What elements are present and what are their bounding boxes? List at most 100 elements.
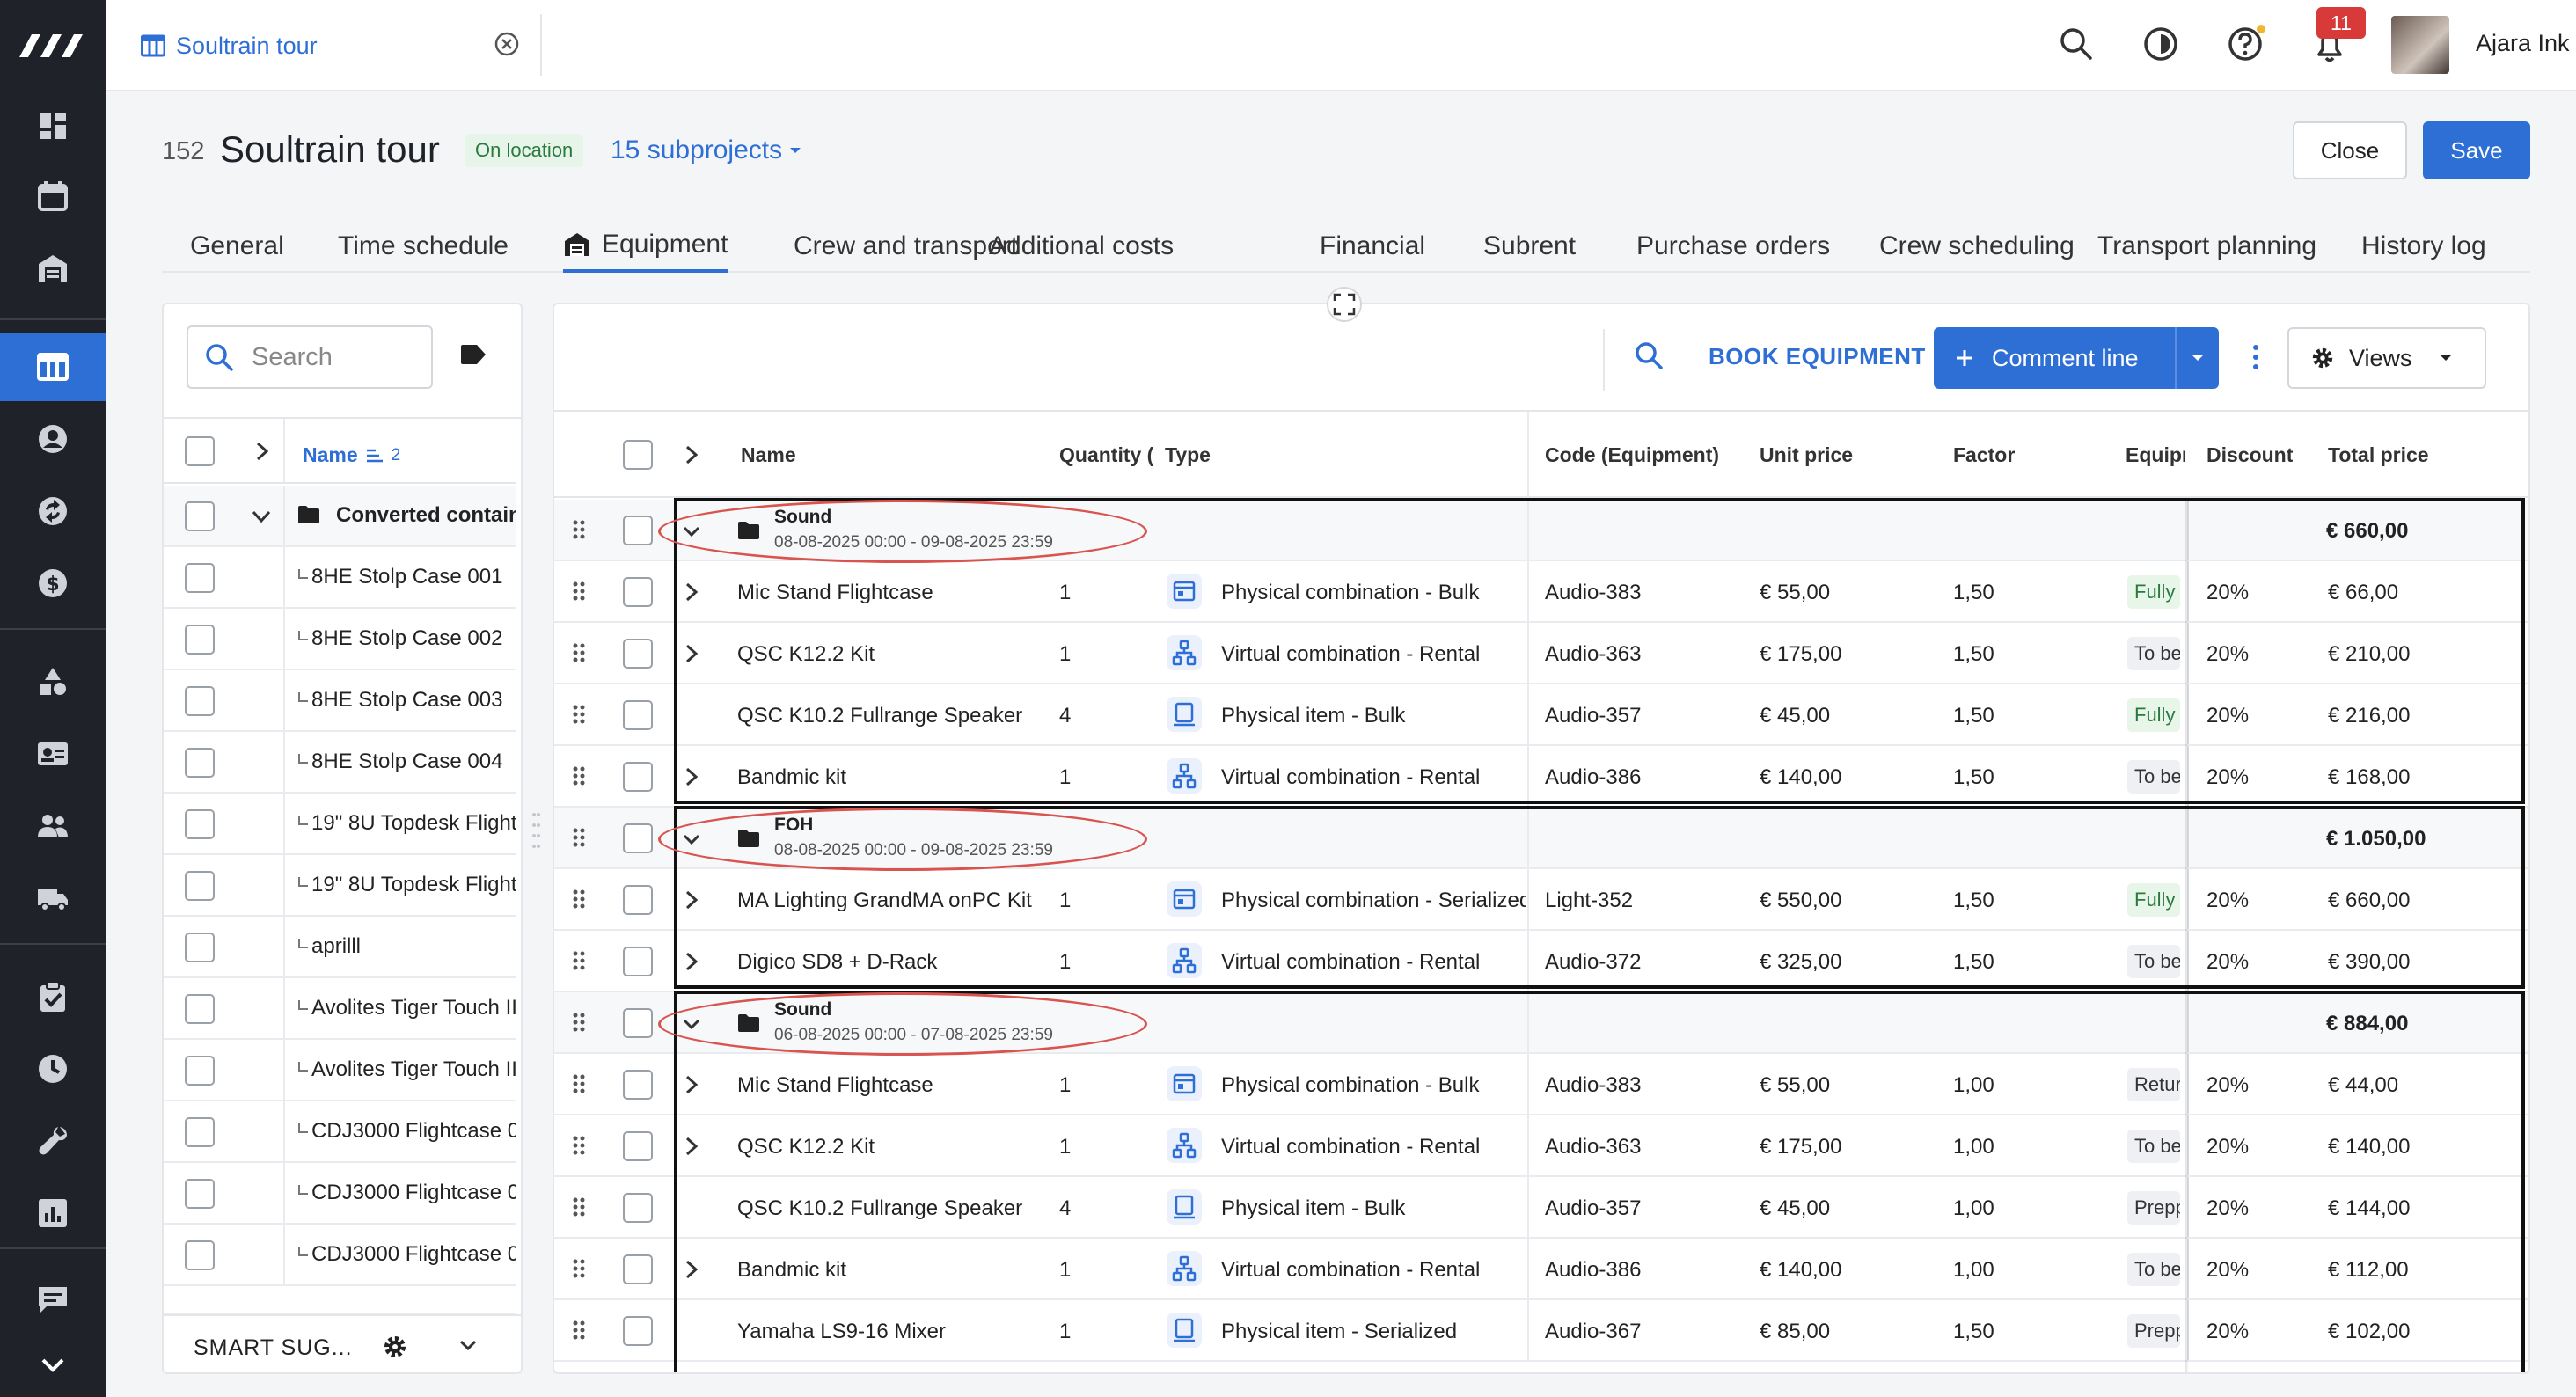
row-checkbox[interactable] [185,1179,215,1209]
tab-purchase-orders[interactable]: Purchase orders [1636,220,1830,273]
column-header-total-price[interactable]: Total price [2328,443,2429,467]
help-icon[interactable] [2226,25,2268,63]
status-badge[interactable]: To be [2127,945,2180,978]
row-checkbox[interactable] [185,563,215,593]
chevron-right-icon[interactable] [681,1259,702,1280]
row-checkbox[interactable] [623,1316,653,1346]
column-header-unit-price[interactable]: Unit price [1760,443,1853,467]
chevron-right-icon[interactable] [681,1074,702,1095]
row-checkbox[interactable] [623,823,653,853]
status-badge[interactable]: On location [465,134,584,167]
nav-transport[interactable] [0,864,106,933]
status-badge[interactable]: Fully [2127,698,2180,732]
status-badge[interactable]: Fully [2127,575,2180,609]
chevron-down-icon[interactable] [681,1013,702,1035]
list-item[interactable]: 19" 8U Topdesk Flightcase [164,794,521,855]
tab-subrent[interactable]: Subrent [1483,220,1576,273]
row-checkbox[interactable] [623,1193,653,1223]
tab-financial[interactable]: Financial [1320,220,1425,273]
nav-finance[interactable]: $ [0,549,106,618]
drag-handle-icon[interactable] [572,1320,586,1341]
row-checkbox[interactable] [623,947,653,976]
smart-suggestions-label[interactable]: SMART SUG... [194,1335,353,1361]
row-checkbox[interactable] [623,1254,653,1284]
table-row[interactable]: QSC K12.2 Kit 1 Virtual combination - Rent… [554,1115,2528,1177]
nav-reports[interactable] [0,1179,106,1247]
chevron-down-icon[interactable] [457,1337,479,1355]
list-item[interactable]: 19" 8U Topdesk Flightcase [164,855,521,917]
row-checkbox[interactable] [623,700,653,730]
chevron-down-icon[interactable] [681,829,702,850]
gear-icon[interactable] [382,1334,408,1360]
table-row[interactable]: QSC K12.2 Kit 1 Virtual combination - Rent… [554,623,2528,684]
container-group-row[interactable]: Converted containers [164,486,521,547]
drag-handle-icon[interactable] [572,1196,586,1218]
nav-team[interactable] [0,792,106,860]
search-icon[interactable] [2057,25,2096,63]
close-button[interactable]: Close [2293,121,2407,179]
chevron-right-icon[interactable] [681,581,702,603]
select-all-checkbox[interactable] [185,436,215,466]
row-checkbox[interactable] [623,639,653,669]
more-options-icon[interactable] [2250,343,2261,371]
user-name[interactable]: Ajara Ink [2476,30,2570,57]
chevron-right-icon[interactable] [681,951,702,972]
status-badge[interactable]: To be [2127,760,2180,794]
row-checkbox[interactable] [185,871,215,901]
table-row[interactable]: Mic Stand Flightcase 1 Physical combinatio… [554,1054,2528,1115]
list-item[interactable]: CDJ3000 Flightcase 003 [164,1225,521,1286]
row-checkbox[interactable] [623,1070,653,1100]
list-item[interactable]: aprilll [164,917,521,978]
row-checkbox[interactable] [623,762,653,792]
chevron-down-icon[interactable] [681,521,702,542]
table-row[interactable]: Bandmic kit 1 Virtual combination - Rental… [554,1239,2528,1300]
row-checkbox[interactable] [185,1117,215,1147]
chevron-right-icon[interactable] [681,1136,702,1157]
expand-all-icon[interactable] [252,440,273,463]
nav-calendar[interactable] [0,162,106,230]
tab-additional-costs[interactable]: Additional costs [989,220,1174,273]
nav-time[interactable] [0,1035,106,1103]
nav-crew[interactable] [0,720,106,788]
row-checkbox[interactable] [185,809,215,839]
avatar[interactable] [2391,16,2449,74]
group-row[interactable]: FOH 08-08-2025 00:00 - 09-08-2025 23:59 € … [554,808,2528,869]
row-checkbox[interactable] [185,1240,215,1270]
drag-handle-icon[interactable] [572,1073,586,1094]
nav-maintenance[interactable] [0,1107,106,1175]
close-tab-icon[interactable] [493,30,521,58]
fullscreen-icon[interactable] [1327,287,1362,322]
comment-line-button[interactable]: Comment line [1934,327,2175,389]
drag-handle-icon[interactable] [572,950,586,971]
nav-contacts[interactable] [0,405,106,473]
nav-sync[interactable] [0,477,106,545]
list-item[interactable]: 8HE Stolp Case 003 [164,670,521,732]
drag-handle-icon[interactable] [572,889,586,910]
row-checkbox[interactable] [185,994,215,1024]
column-header-name[interactable]: Name [741,443,796,467]
group-row[interactable]: Sound 08-08-2025 00:00 - 09-08-2025 23:59… [554,500,2528,561]
nav-inventory[interactable] [0,647,106,716]
row-checkbox[interactable] [623,885,653,915]
app-logo[interactable] [0,0,106,91]
tag-icon[interactable] [459,343,487,366]
theme-icon[interactable] [2141,25,2180,63]
column-header-factor[interactable]: Factor [1953,443,2015,467]
tab-transport-planning[interactable]: Transport planning [2097,220,2316,273]
column-header-quantity[interactable]: Quantity ( [1059,443,1154,467]
table-row[interactable]: Mic Stand Flightcase 1 Physical combinatio… [554,561,2528,623]
name-column-header[interactable]: Name 2 [303,443,400,467]
status-badge[interactable]: Retur [2127,1068,2180,1101]
row-checkbox[interactable] [185,1056,215,1086]
tab-general[interactable]: General [190,220,284,273]
column-header-code[interactable]: Code (Equipment) [1545,443,1719,467]
list-item[interactable]: CDJ3000 Flightcase 001 [164,1101,521,1163]
tab-equipment[interactable]: Equipment [563,220,728,273]
row-checkbox[interactable] [623,516,653,545]
row-checkbox[interactable] [185,748,215,778]
document-tab[interactable]: Soultrain tour [141,26,318,65]
group-checkbox[interactable] [185,501,215,531]
column-header-equipment-status[interactable]: Equipn [2126,443,2185,467]
list-item[interactable]: Avolites Tiger Touch II [164,1040,521,1101]
select-all-checkbox[interactable] [623,440,653,470]
